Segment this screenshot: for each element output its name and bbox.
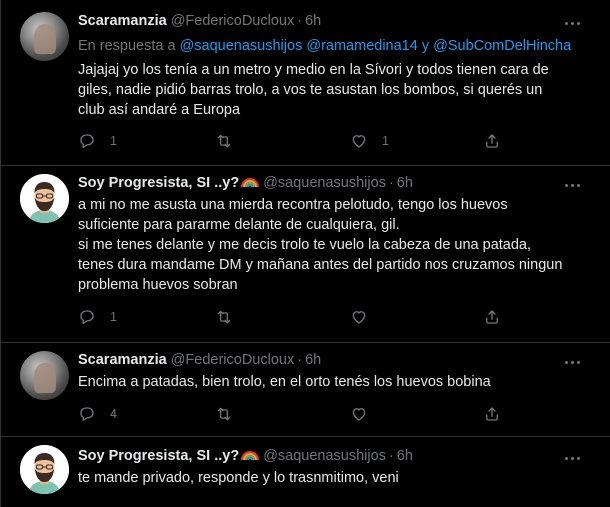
handle[interactable]: @FedericoDucloux (171, 13, 295, 29)
tweet-header: Scaramanzia @FedericoDucloux · 6h (78, 12, 321, 30)
timestamp[interactable]: 6h (305, 13, 321, 29)
tweet-text-line: giles, nadie pidió barras trolo, a vos t… (78, 82, 543, 98)
tweet-thread: Scaramanzia @FedericoDucloux · 6h En respu… (0, 0, 610, 507)
share-icon (486, 407, 498, 421)
reply-button[interactable]: 4 (78, 404, 117, 424)
action-bar: 1 (78, 307, 518, 327)
separator-dot: · (297, 352, 303, 368)
handle[interactable]: @FedericoDucloux (171, 352, 295, 368)
tweet-text-line: Jajajaj yo los tenía a un metro y medio … (78, 62, 549, 78)
display-name[interactable]: Soy Progresista, SI ..y? (78, 175, 239, 191)
bearded-man-avatar-icon (20, 445, 69, 494)
more-icon[interactable] (564, 14, 582, 32)
tweet-header: Soy Progresista, SI ..y? @saquenasushijo… (78, 447, 413, 465)
reply-count: 1 (110, 134, 117, 148)
tweet-text-line: si me tenes delante y me decis trolo te … (78, 237, 532, 253)
tweet-text-line: a mi no me asusta una mierda recontra pe… (78, 197, 508, 213)
heart-icon (352, 135, 366, 148)
tweet-header: Scaramanzia @FedericoDucloux · 6h (78, 351, 321, 369)
tweet-header: Soy Progresista, SI ..y? @saquenasushijo… (78, 174, 413, 192)
retweet-icon (217, 407, 231, 421)
reply-icon (80, 134, 94, 149)
avatar[interactable] (20, 174, 69, 223)
tweet[interactable]: Soy Progresista, SI ..y? @saquenasushijo… (1, 166, 610, 343)
tweet-text: Encima a patadas, bien trolo, en el orto… (78, 372, 578, 392)
avatar-photo-figure (34, 24, 56, 54)
display-name[interactable]: Scaramanzia (78, 352, 167, 368)
handle[interactable]: @saquenasushijos (263, 175, 386, 191)
display-name[interactable]: Soy Progresista, SI ..y? (78, 448, 239, 464)
action-bar: 4 (78, 404, 518, 424)
tweet-text: Jajajaj yo los tenía a un metro y medio … (78, 60, 578, 120)
more-icon[interactable] (564, 353, 582, 371)
like-button[interactable] (350, 307, 382, 327)
handle[interactable]: @saquenasushijos (263, 448, 386, 464)
share-icon (486, 310, 498, 324)
tweet-text-line: Encima a patadas, bien trolo, en el orto… (78, 374, 491, 390)
rainbow-emoji-icon (241, 178, 260, 188)
avatar[interactable] (20, 445, 69, 494)
tweet[interactable]: Scaramanzia @FedericoDucloux · 6h En respu… (1, 0, 610, 166)
reply-count: 4 (110, 407, 117, 421)
tweet-text-line: tenes dura mandame DM y mañana antes del… (78, 257, 563, 273)
reply-context: En respuesta a @saquenasushijos @ramamed… (78, 38, 571, 54)
like-count: 1 (382, 134, 389, 148)
reply-button[interactable]: 1 (78, 131, 117, 151)
timestamp[interactable]: 6h (305, 352, 321, 368)
retweet-button[interactable] (215, 404, 247, 424)
mention-link[interactable]: @saquenasushijos (180, 38, 303, 54)
reply-prefix: En respuesta a (78, 38, 176, 54)
avatar[interactable] (20, 12, 69, 61)
separator-dot: · (297, 13, 303, 29)
reply-button[interactable]: 1 (78, 307, 117, 327)
reply-icon (80, 310, 94, 325)
retweet-icon (217, 310, 231, 324)
tweet-text-line: te mande privado, responde y lo trasnmit… (78, 470, 399, 486)
more-icon[interactable] (564, 176, 582, 194)
tweet-text: a mi no me asusta una mierda recontra pe… (78, 195, 578, 295)
like-button[interactable]: 1 (350, 131, 389, 151)
tweet-text: te mande privado, responde y lo trasnmit… (78, 468, 578, 488)
tweet-text-line: problema huevos sobran (78, 277, 238, 293)
rainbow-emoji-icon (241, 451, 260, 461)
timestamp[interactable]: 6h (397, 448, 413, 464)
tweet-text-line: club así andaré a Europa (78, 102, 241, 118)
mention-link[interactable]: @SubComDelHincha (433, 38, 571, 54)
tweet-text-line: suficiente para pararme delante de cualq… (78, 217, 400, 233)
avatar-photo-figure (34, 363, 56, 393)
heart-icon (352, 311, 366, 324)
timestamp[interactable]: 6h (397, 175, 413, 191)
share-icon (486, 134, 498, 148)
retweet-button[interactable] (215, 131, 247, 151)
heart-icon (352, 408, 366, 421)
reply-conjunction: y (421, 38, 430, 54)
reply-count: 1 (110, 310, 117, 324)
action-bar: 1 1 (78, 131, 518, 151)
share-button[interactable] (483, 404, 501, 424)
retweet-icon (217, 134, 231, 148)
share-button[interactable] (483, 307, 501, 327)
retweet-button[interactable] (215, 307, 247, 327)
reply-icon (80, 407, 94, 422)
display-name[interactable]: Scaramanzia (78, 13, 167, 29)
mention-link[interactable]: @ramamedina14 (306, 38, 417, 54)
bearded-man-avatar-icon (20, 174, 69, 223)
share-button[interactable] (483, 131, 501, 151)
separator-dot: · (388, 175, 394, 191)
tweet[interactable]: Soy Progresista, SI ..y? @saquenasushijo… (1, 437, 610, 507)
more-icon[interactable] (564, 449, 582, 467)
separator-dot: · (388, 448, 394, 464)
like-button[interactable] (350, 404, 382, 424)
avatar[interactable] (20, 351, 69, 400)
tweet[interactable]: Scaramanzia @FedericoDucloux · 6h Encima a… (1, 343, 610, 437)
